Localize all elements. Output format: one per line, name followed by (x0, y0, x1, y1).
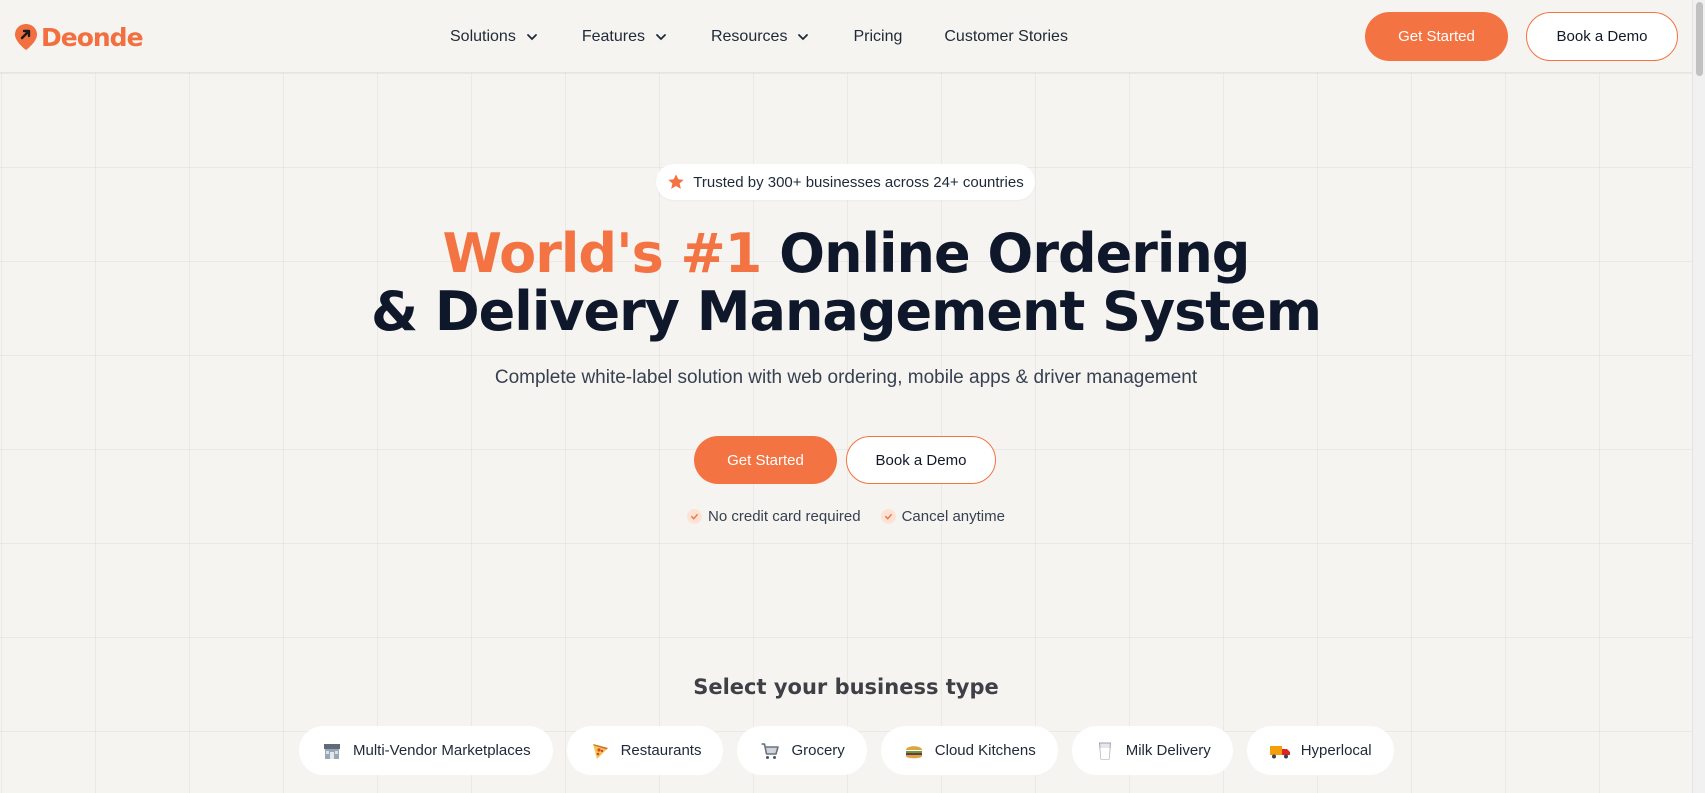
pizza-icon (589, 740, 611, 762)
brand-logo[interactable]: Deonde (14, 22, 144, 52)
perk-text: No credit card required (708, 508, 861, 525)
business-type-label: Restaurants (620, 742, 702, 759)
chevron-down-icon (656, 33, 666, 40)
storefront-icon (321, 740, 343, 762)
burger-icon (903, 740, 925, 762)
business-type-marketplaces[interactable]: Multi-Vendor Marketplaces (299, 726, 553, 775)
business-type-cloud-kitchens[interactable]: Cloud Kitchens (880, 726, 1058, 775)
trust-badge-text: Trusted by 300+ businesses across 24+ co… (693, 173, 1024, 191)
nav-solutions-label: Solutions (450, 27, 516, 45)
headline-accent: World's #1 (442, 222, 763, 285)
top-navbar: Deonde Solutions Features Resources Pric… (0, 0, 1692, 73)
nav-pricing-label: Pricing (853, 27, 903, 45)
chevron-down-icon (798, 33, 809, 40)
business-type-label: Cloud Kitchens (934, 742, 1036, 759)
nav-features-label: Features (581, 27, 645, 45)
chevron-down-icon (526, 33, 537, 40)
business-type-list: Multi-Vendor Marketplaces Restaurants Gr… (299, 726, 1394, 775)
nav-pricing[interactable]: Pricing (853, 28, 902, 46)
hero-perks: No credit card required Cancel anytime (0, 508, 1692, 525)
nav-book-demo-button[interactable]: Book a Demo (1526, 12, 1678, 61)
hero-section: Trusted by 300+ businesses across 24+ co… (0, 73, 1692, 793)
business-type-label: Milk Delivery (1125, 742, 1211, 759)
business-type-label: Multi-Vendor Marketplaces (353, 742, 531, 759)
delivery-truck-icon (1269, 740, 1291, 762)
hero-headline: World's #1 Online Ordering & Delivery Ma… (0, 225, 1692, 341)
nav-get-started-button[interactable]: Get Started (1365, 12, 1508, 61)
business-type-grocery[interactable]: Grocery (737, 726, 867, 775)
business-type-label: Hyperlocal (1300, 742, 1372, 759)
perk-text: Cancel anytime (901, 508, 1005, 525)
nav-features[interactable]: Features (582, 28, 667, 46)
main-nav: Solutions Features Resources Pricing Cus… (450, 0, 1068, 73)
perk-item: Cancel anytime (880, 508, 1005, 525)
location-pin-arrow-icon (14, 23, 38, 51)
shopping-cart-icon (759, 740, 781, 762)
scrollbar-thumb[interactable] (1696, 2, 1703, 76)
headline-rest: Online Ordering (779, 222, 1250, 285)
page-scrollbar[interactable] (1692, 0, 1705, 793)
business-type-label: Grocery (791, 742, 845, 759)
business-type-title: Select your business type (693, 675, 999, 699)
hero-get-started-button[interactable]: Get Started (694, 436, 837, 484)
business-type-restaurants[interactable]: Restaurants (566, 726, 724, 775)
brand-name: Deonde (41, 22, 144, 52)
business-type-milk-delivery[interactable]: Milk Delivery (1071, 726, 1233, 775)
business-type-hyperlocal[interactable]: Hyperlocal (1246, 726, 1394, 775)
nav-customer-stories-label: Customer Stories (944, 27, 1068, 45)
check-icon (687, 509, 703, 524)
trust-badge: Trusted by 300+ businesses across 24+ co… (656, 164, 1035, 200)
hero-subtitle: Complete white-label solution with web o… (494, 367, 1198, 388)
star-icon (668, 174, 684, 189)
perk-item: No credit card required (687, 508, 861, 525)
nav-solutions[interactable]: Solutions (450, 28, 538, 46)
nav-customer-stories[interactable]: Customer Stories (944, 28, 1068, 46)
nav-resources-label: Resources (710, 27, 788, 45)
check-icon (880, 509, 896, 524)
nav-resources[interactable]: Resources (711, 28, 809, 46)
hero-book-demo-button[interactable]: Book a Demo (846, 436, 996, 484)
milk-glass-icon (1094, 740, 1116, 762)
headline-line2: & Delivery Management System (370, 280, 1322, 343)
